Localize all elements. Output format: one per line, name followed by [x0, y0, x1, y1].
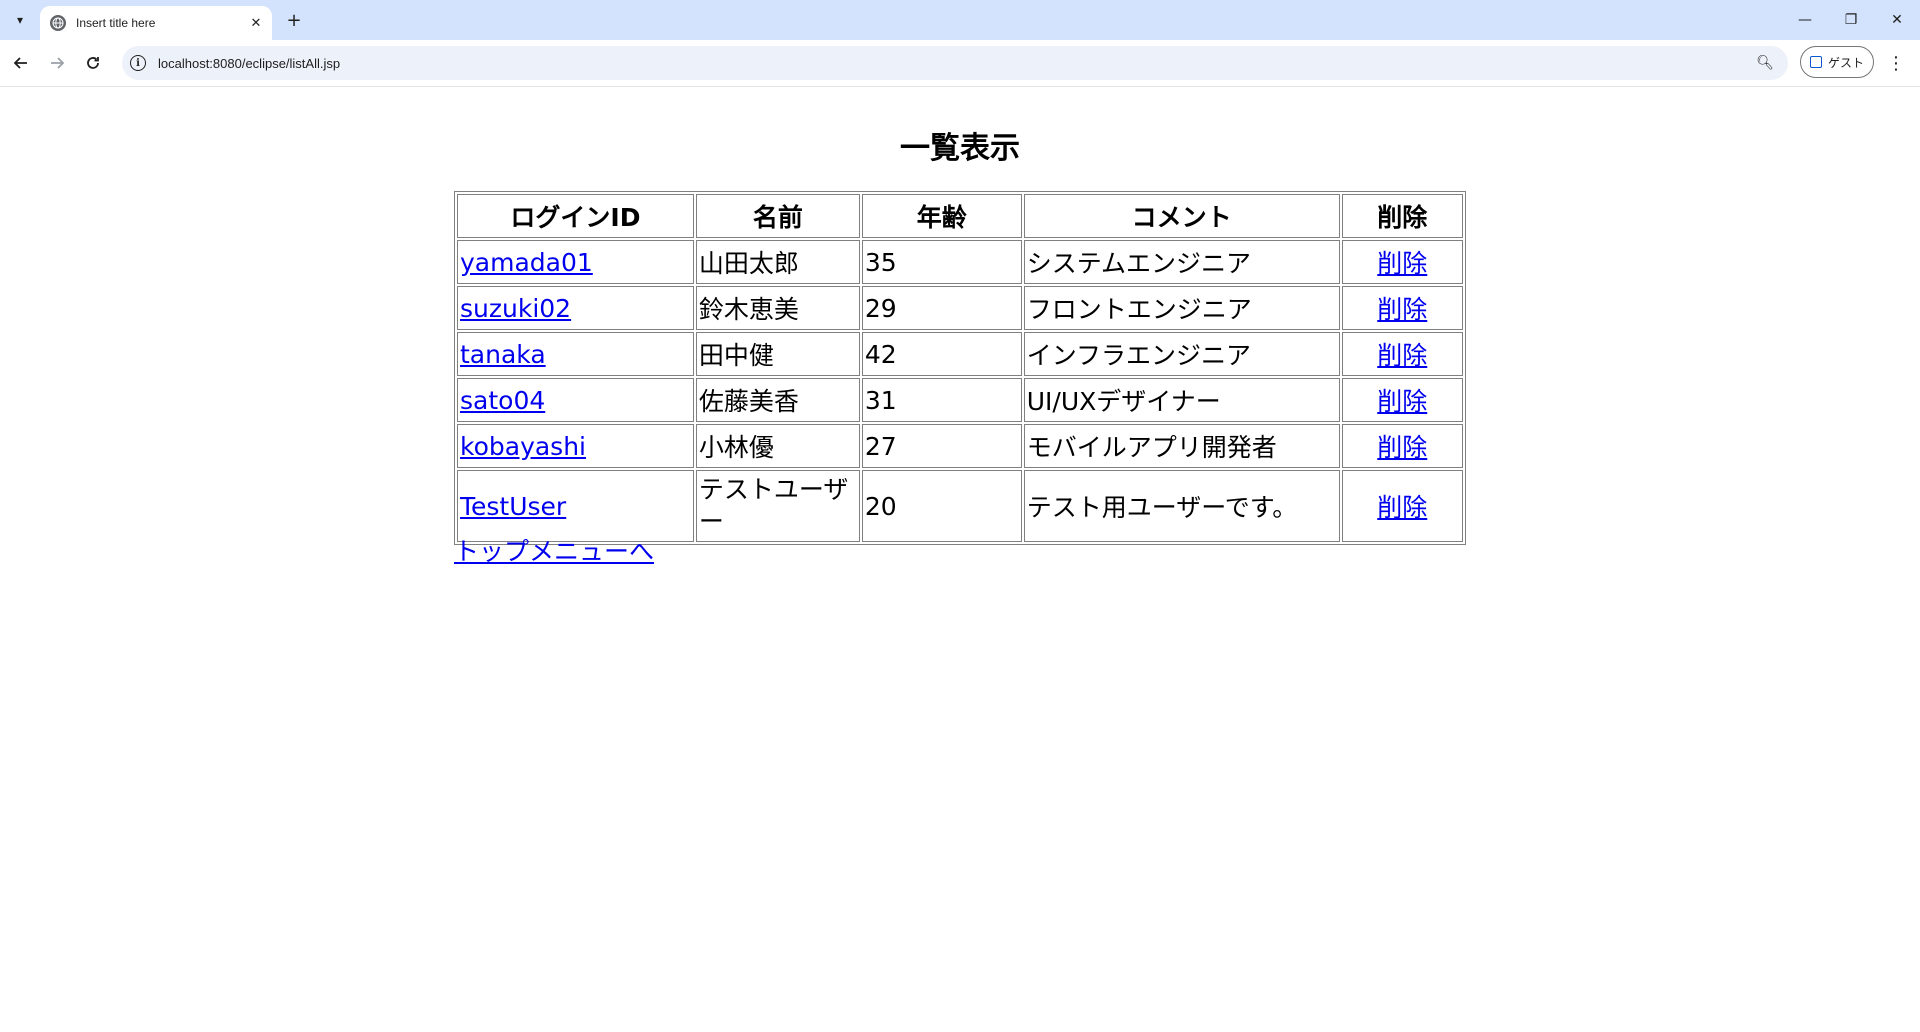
globe-icon	[50, 15, 66, 31]
address-bar[interactable]: i localhost:8080/eclipse/listAll.jsp 🔍︎	[122, 46, 1788, 80]
table-row: tanaka 田中健 42 インフラエンジニア 削除	[457, 332, 1463, 376]
profile-label: ゲスト	[1827, 55, 1864, 70]
column-header-login-id: ログインID	[457, 194, 694, 238]
login-id-link[interactable]: tanaka	[460, 340, 546, 369]
close-icon: ✕	[1891, 12, 1903, 28]
minimize-icon: —	[1798, 12, 1812, 28]
comment-cell: モバイルアプリ開発者	[1023, 424, 1340, 468]
new-tab-button[interactable]: +	[282, 8, 306, 32]
plus-icon: +	[286, 9, 302, 31]
column-header-delete: 削除	[1341, 194, 1463, 238]
age-cell: 20	[861, 470, 1022, 542]
page-title: 一覧表示	[900, 131, 1020, 166]
delete-link[interactable]: 削除	[1377, 433, 1427, 462]
age-cell: 35	[861, 240, 1022, 284]
column-header-name: 名前	[695, 194, 860, 238]
login-id-link[interactable]: TestUser	[460, 492, 566, 521]
delete-cell: 削除	[1341, 470, 1463, 542]
user-list-table: ログインID 名前 年齢 コメント 削除 yamada01 山田太郎 35 シス…	[454, 191, 1466, 545]
comment-cell: UI/UXデザイナー	[1023, 378, 1340, 422]
delete-link[interactable]: 削除	[1377, 493, 1427, 522]
login-id-link[interactable]: yamada01	[460, 248, 593, 277]
delete-cell: 削除	[1341, 332, 1463, 376]
comment-cell: インフラエンジニア	[1023, 332, 1340, 376]
profile-button[interactable]: ゲスト	[1800, 46, 1874, 78]
tab-search-dropdown[interactable]: ▾	[8, 8, 32, 32]
login-id-link[interactable]: suzuki02	[460, 294, 571, 323]
delete-cell: 削除	[1341, 424, 1463, 468]
name-cell: 山田太郎	[695, 240, 860, 284]
delete-link[interactable]: 削除	[1377, 387, 1427, 416]
delete-cell: 削除	[1341, 378, 1463, 422]
delete-cell: 削除	[1341, 286, 1463, 330]
arrow-left-icon	[13, 57, 27, 69]
restore-button[interactable]: ❐	[1828, 0, 1874, 40]
age-cell: 31	[861, 378, 1022, 422]
arrow-right-icon	[51, 57, 65, 69]
info-icon[interactable]: i	[130, 55, 146, 71]
table-row: kobayashi 小林優 27 モバイルアプリ開発者 削除	[457, 424, 1463, 468]
reload-button[interactable]	[80, 50, 106, 76]
window-controls: — ❐ ✕	[1782, 0, 1920, 40]
close-icon[interactable]: ✕	[246, 13, 266, 33]
comment-cell: テスト用ユーザーです。	[1023, 470, 1340, 542]
name-cell: 小林優	[695, 424, 860, 468]
minimize-button[interactable]: —	[1782, 0, 1828, 40]
name-text: テストユーザー	[698, 475, 849, 536]
column-header-comment: コメント	[1023, 194, 1340, 238]
login-id-cell: tanaka	[457, 332, 694, 376]
login-id-cell: suzuki02	[457, 286, 694, 330]
age-cell: 42	[861, 332, 1022, 376]
delete-link[interactable]: 削除	[1377, 249, 1427, 278]
browser-toolbar: i localhost:8080/eclipse/listAll.jsp 🔍︎ …	[0, 40, 1920, 87]
top-menu-link[interactable]: トップメニューへ	[454, 532, 654, 568]
login-id-cell: sato04	[457, 378, 694, 422]
delete-link[interactable]: 削除	[1377, 295, 1427, 324]
reload-icon	[87, 57, 99, 69]
name-cell: 田中健	[695, 332, 860, 376]
table-header-row: ログインID 名前 年齢 コメント 削除	[457, 194, 1463, 238]
comment-cell: システムエンジニア	[1023, 240, 1340, 284]
menu-button[interactable]: ⋮	[1884, 50, 1908, 76]
age-cell: 27	[861, 424, 1022, 468]
more-vert-icon: ⋮	[1887, 52, 1905, 74]
login-id-link[interactable]: kobayashi	[460, 432, 586, 461]
tab-title: Insert title here	[76, 16, 156, 30]
name-cell: 佐藤美香	[695, 378, 860, 422]
name-cell: 鈴木恵美	[695, 286, 860, 330]
table-row: yamada01 山田太郎 35 システムエンジニア 削除	[457, 240, 1463, 284]
login-id-link[interactable]: sato04	[460, 386, 545, 415]
login-id-cell: yamada01	[457, 240, 694, 284]
profile-icon	[1809, 56, 1822, 68]
url-text[interactable]: localhost:8080/eclipse/listAll.jsp	[158, 56, 1756, 71]
name-cell: テストユーザー	[695, 470, 860, 542]
delete-link[interactable]: 削除	[1377, 341, 1427, 370]
tab-strip: ▾ Insert title here ✕ + — ❐ ✕	[0, 0, 1920, 40]
restore-icon: ❐	[1844, 12, 1858, 28]
close-window-button[interactable]: ✕	[1874, 0, 1920, 40]
table-row: sato04 佐藤美香 31 UI/UXデザイナー 削除	[457, 378, 1463, 422]
delete-cell: 削除	[1341, 240, 1463, 284]
table-row: suzuki02 鈴木恵美 29 フロントエンジニア 削除	[457, 286, 1463, 330]
login-id-cell: kobayashi	[457, 424, 694, 468]
forward-button[interactable]	[44, 50, 70, 76]
chevron-down-icon: ▾	[16, 13, 24, 27]
browser-tab[interactable]: Insert title here ✕	[40, 6, 272, 40]
zoom-icon[interactable]: 🔍︎	[1756, 55, 1774, 71]
age-cell: 29	[861, 286, 1022, 330]
column-header-age: 年齢	[861, 194, 1022, 238]
comment-cell: フロントエンジニア	[1023, 286, 1340, 330]
back-button[interactable]	[8, 50, 34, 76]
